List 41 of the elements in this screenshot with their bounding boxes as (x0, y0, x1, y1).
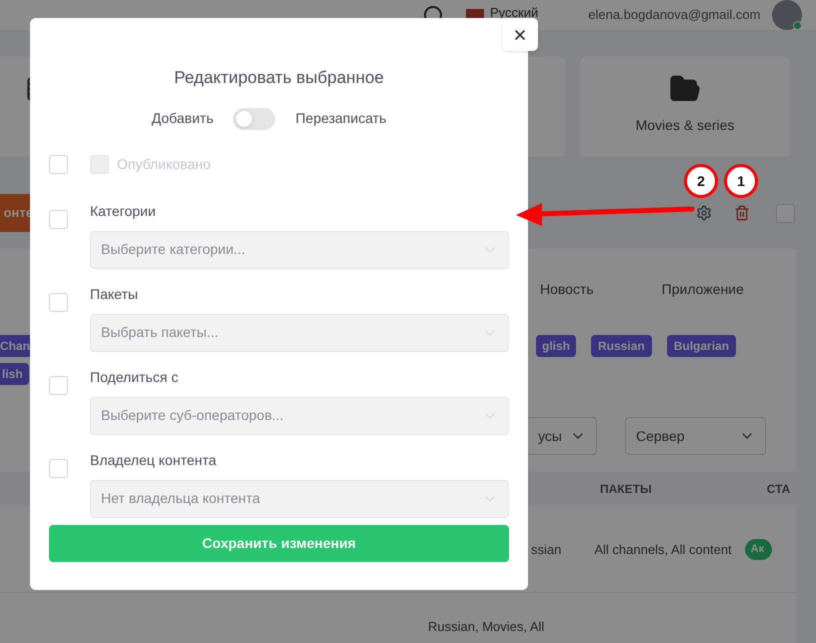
overwrite-mode-label: Перезаписать (295, 109, 386, 128)
filter-select[interactable]: Сервер (625, 417, 766, 455)
tag: Bulgarian (666, 335, 736, 357)
step-marker: 2 (684, 164, 718, 198)
avatar[interactable] (772, 0, 802, 30)
status-badge: Ак (744, 539, 772, 560)
table-cell-text: ssian (531, 540, 562, 559)
select-field[interactable]: Нет владельца контента (90, 480, 509, 518)
checkbox[interactable] (49, 376, 68, 394)
tag: Russian (591, 335, 652, 357)
field-label: Владелец контента (90, 450, 218, 470)
tag: lish (0, 363, 29, 385)
language-label[interactable]: Русский (490, 6, 538, 20)
column-header: СТА (766, 481, 790, 498)
card-label: Movies & series (636, 116, 734, 135)
checkbox[interactable] (49, 292, 68, 312)
published-label: Опубликовано (117, 155, 211, 174)
field-label: Поделиться с (90, 368, 180, 387)
tab[interactable]: Приложение (662, 278, 744, 300)
checkbox[interactable] (776, 204, 795, 222)
select-field[interactable]: Выбрать пакеты... (90, 314, 509, 352)
table-cell-text: All channels, All content (594, 540, 732, 559)
close-button[interactable] (502, 18, 538, 51)
step-marker: 1 (724, 164, 758, 198)
tag: glish (536, 335, 576, 357)
settings-icon[interactable] (696, 205, 712, 221)
field-label: Пакеты (90, 284, 139, 304)
select-field[interactable]: Выберите суб-операторов... (90, 396, 509, 434)
select-field[interactable]: Выберите категории... (90, 230, 509, 268)
checkbox[interactable] (49, 458, 68, 478)
table-cell-text: Russian, Movies, All (428, 618, 544, 636)
user-email: elena.bogdanova@gmail.com (588, 6, 760, 24)
checkbox[interactable] (49, 210, 68, 228)
mode-toggle[interactable] (233, 108, 276, 130)
add-mode-label: Добавить (152, 109, 214, 128)
category-card[interactable]: Movies & series (580, 57, 790, 157)
field-label: Категории (90, 202, 157, 221)
column-header: ПАКЕТЫ (600, 481, 652, 498)
tab[interactable]: Новость (540, 278, 594, 300)
delete-icon[interactable] (734, 205, 750, 221)
dialog-title: Редактировать выбранное (173, 67, 385, 89)
